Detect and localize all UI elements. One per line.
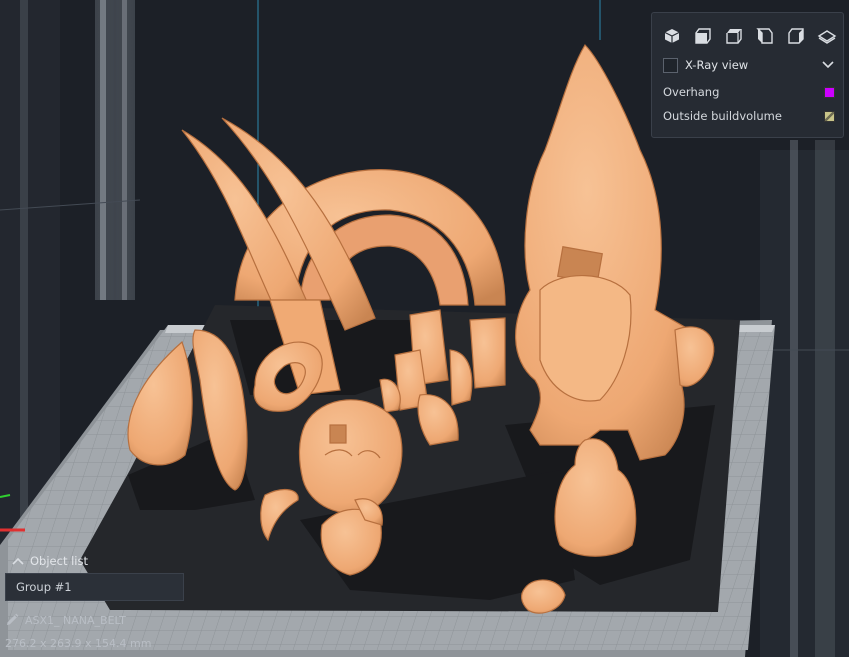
- xray-label: X-Ray view: [685, 58, 749, 72]
- xray-checkbox[interactable]: [663, 57, 678, 73]
- legend-outside-buildvolume: Outside buildvolume: [663, 107, 835, 125]
- pencil-icon[interactable]: [5, 613, 19, 627]
- model-column-2: [469, 317, 506, 389]
- left-view-icon[interactable]: [753, 25, 777, 47]
- 3d-view-icon[interactable]: [660, 25, 684, 47]
- object-dimensions: 276.2 x 263.9 x 154.4 mm: [5, 637, 152, 650]
- selected-object-name: ASX1_ NANA_BELT: [25, 613, 126, 627]
- legend-outside-label: Outside buildvolume: [663, 109, 782, 123]
- view-toolbar: [660, 25, 839, 47]
- outside-buildvolume-swatch: [824, 110, 835, 122]
- overhang-swatch: [824, 86, 835, 98]
- legend-overhang-label: Overhang: [663, 85, 720, 99]
- chevron-up-icon: [10, 554, 26, 568]
- right-view-icon[interactable]: [784, 25, 808, 47]
- group-list-item[interactable]: Group #1: [5, 573, 184, 601]
- front-view-icon[interactable]: [691, 25, 715, 47]
- model-head: [298, 399, 403, 514]
- selected-object: ASX1_ NANA_BELT: [5, 611, 126, 629]
- view-panel: X-Ray view Overhang Outside buildvolume: [651, 12, 844, 138]
- layflat-view-icon[interactable]: [815, 25, 839, 47]
- legend-overhang: Overhang: [663, 83, 835, 101]
- top-view-icon[interactable]: [722, 25, 746, 47]
- object-list-label: Object list: [30, 554, 88, 568]
- xray-view-toggle[interactable]: X-Ray view: [663, 55, 835, 75]
- object-list-toggle[interactable]: Object list: [0, 552, 88, 570]
- chevron-down-icon[interactable]: [821, 58, 835, 72]
